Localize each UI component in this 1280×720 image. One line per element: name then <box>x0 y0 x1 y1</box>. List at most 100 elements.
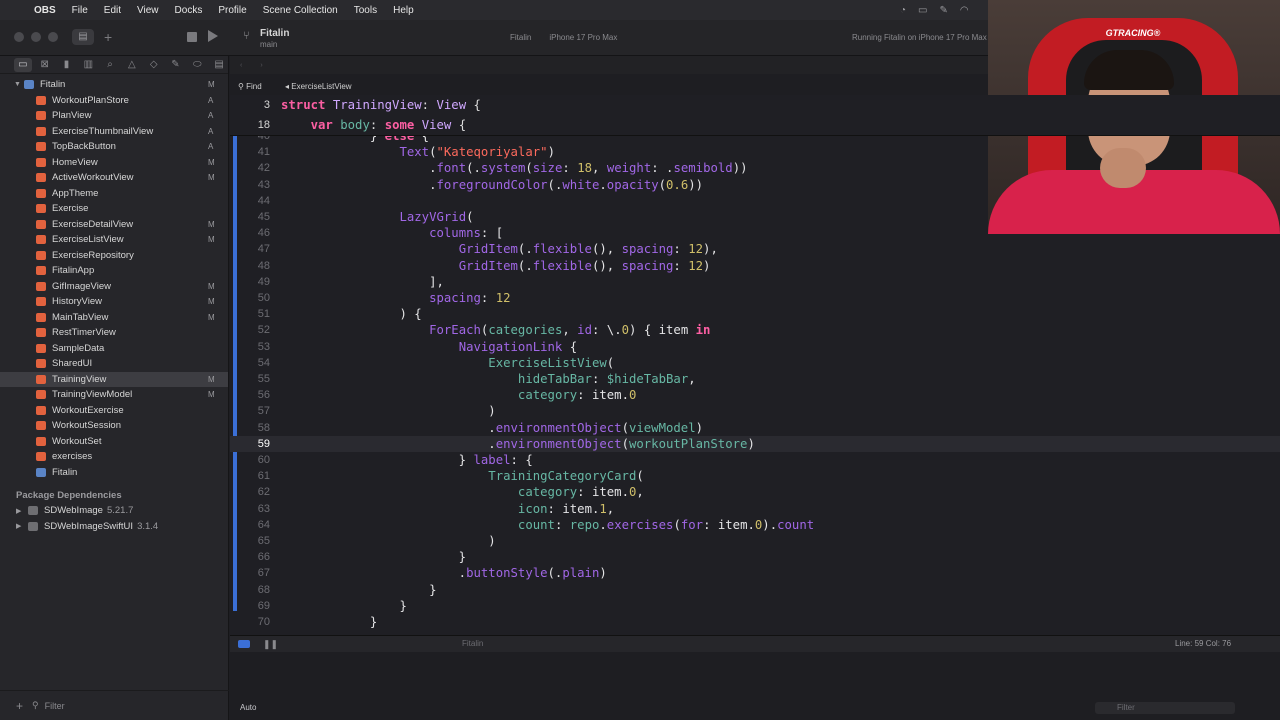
package-row-sdwebimage[interactable]: ▶ SDWebImage 5.21.7 <box>0 503 228 519</box>
code-line[interactable]: 55 hideTabBar: $hideTabBar, <box>230 371 1280 387</box>
sidebar-item[interactable]: GifImageView M <box>0 279 228 295</box>
sidebar-item[interactable]: Fitalin <box>0 465 228 481</box>
sidebar-item[interactable]: ExerciseRepository <box>0 248 228 264</box>
sidebar-item[interactable]: RestTimerView <box>0 325 228 341</box>
disclosure-right-icon[interactable]: ▶ <box>16 507 28 515</box>
folder-icon[interactable]: ▭ <box>14 57 32 72</box>
menu-profile[interactable]: Profile <box>210 5 254 16</box>
code-line[interactable]: 50 spacing: 12 <box>230 290 1280 306</box>
tray-pen-icon[interactable]: ✎ <box>940 5 948 16</box>
debug-area-toggle-icon[interactable] <box>238 640 250 648</box>
scheme-name[interactable]: Fitalin <box>510 33 531 42</box>
add-icon[interactable]: + <box>104 28 118 46</box>
code-line[interactable]: 54 ExerciseListView( <box>230 355 1280 371</box>
filter-field[interactable]: Filter <box>45 701 65 711</box>
debug-icon[interactable]: ✎ <box>167 58 185 72</box>
sidebar-item[interactable]: SharedUI <box>0 356 228 372</box>
search-icon[interactable]: ⌕ <box>101 58 119 72</box>
code-line[interactable]: 58 .environmentObject(viewModel) <box>230 420 1280 436</box>
code-line[interactable]: 57 ) <box>230 403 1280 419</box>
code-line[interactable]: 60 } label: { <box>230 452 1280 468</box>
sidebar-item[interactable]: WorkoutExercise <box>0 403 228 419</box>
menu-tools[interactable]: Tools <box>346 5 385 16</box>
code-line[interactable]: 56 category: item.0 <box>230 387 1280 403</box>
code-line[interactable]: 53 NavigationLink { <box>230 339 1280 355</box>
menu-docks[interactable]: Docks <box>167 5 211 16</box>
project-branch[interactable]: main <box>260 40 277 49</box>
scheme-selector[interactable]: Fitalin iPhone 17 Pro Max <box>510 33 617 42</box>
sidebar-item[interactable]: TrainingViewModel M <box>0 387 228 403</box>
sidebar-item[interactable]: HomeView M <box>0 155 228 171</box>
disclosure-down-icon[interactable]: ▼ <box>14 81 24 88</box>
test-icon[interactable]: ◇ <box>145 58 163 72</box>
package-row-sdwebimageswiftui[interactable]: ▶ SDWebImageSwiftUI 3.1.4 <box>0 519 228 535</box>
sidebar-toggle-icon[interactable]: ▤ <box>72 29 94 45</box>
code-line[interactable]: 62 category: item.0, <box>230 484 1280 500</box>
sidebar-item[interactable]: WorkoutSet <box>0 434 228 450</box>
sidebar-item[interactable]: ActiveWorkoutView M <box>0 170 228 186</box>
sidebar-item[interactable]: SampleData <box>0 341 228 357</box>
stop-button[interactable] <box>187 32 197 42</box>
debug-target[interactable]: Fitalin <box>462 639 483 648</box>
code-line[interactable]: 61 TrainingCategoryCard( <box>230 468 1280 484</box>
tree-root-fitalin[interactable]: ▼ Fitalin M <box>0 77 228 93</box>
add-file-icon[interactable]: + <box>16 699 32 713</box>
bookmark-icon[interactable]: ▮ <box>58 58 76 72</box>
sidebar-item[interactable]: FitalinApp <box>0 263 228 279</box>
navigator-filter[interactable]: + ⚲ Filter <box>0 690 229 720</box>
run-destination[interactable]: iPhone 17 Pro Max <box>549 33 617 42</box>
menu-edit[interactable]: Edit <box>96 5 129 16</box>
code-line[interactable]: 68 } <box>230 582 1280 598</box>
sidebar-item[interactable]: HistoryView M <box>0 294 228 310</box>
sidebar-item[interactable]: WorkoutPlanStore A <box>0 93 228 109</box>
breakpoint-icon[interactable]: ⬭ <box>188 58 206 72</box>
menu-file[interactable]: File <box>64 5 96 16</box>
disclosure-right-icon[interactable]: ▶ <box>16 522 28 530</box>
zoom-window-icon[interactable] <box>48 32 58 42</box>
console-mode-selector[interactable]: Auto <box>240 703 256 712</box>
minimize-window-icon[interactable] <box>31 32 41 42</box>
find-mode-label[interactable]: ⚲ Find <box>238 82 262 91</box>
symbol-icon[interactable]: ▥ <box>79 58 97 72</box>
source-control-icon[interactable]: ⊠ <box>36 58 54 72</box>
console-filter-field[interactable]: Filter <box>1095 702 1235 714</box>
find-scope[interactable]: ◂ ExerciseListView <box>285 82 352 91</box>
console-area[interactable]: Auto Filter <box>230 652 1280 720</box>
tray-sync-icon[interactable]: ◔ <box>900 5 906 16</box>
code-line[interactable]: 63 icon: item.1, <box>230 501 1280 517</box>
run-button[interactable] <box>208 30 218 42</box>
code-line[interactable]: 52 ForEach(categories, id: \.0) { item i… <box>230 322 1280 338</box>
jump-bar[interactable]: ‹ › <box>230 56 990 74</box>
warning-icon[interactable]: △ <box>123 58 141 72</box>
close-window-icon[interactable] <box>14 32 24 42</box>
pause-icon[interactable]: ❚❚ <box>263 639 278 650</box>
sidebar-item[interactable]: exercises <box>0 449 228 465</box>
sidebar-item[interactable]: ExerciseDetailView M <box>0 217 228 233</box>
sidebar-item[interactable]: TrainingView M <box>0 371 228 387</box>
jump-bar-back-icon[interactable]: ‹ <box>240 62 242 69</box>
sidebar-item[interactable]: TopBackButton A <box>0 139 228 155</box>
sidebar-item[interactable]: WorkoutSession <box>0 418 228 434</box>
sidebar-item[interactable]: Exercise <box>0 201 228 217</box>
jump-bar-forward-icon[interactable]: › <box>260 62 262 69</box>
code-line[interactable]: 70 } <box>230 614 1280 630</box>
tray-wifi-icon[interactable]: ◠ <box>960 5 969 16</box>
sidebar-item[interactable]: PlanView A <box>0 108 228 124</box>
sidebar-item[interactable]: MainTabView M <box>0 310 228 326</box>
code-line[interactable]: 59 .environmentObject(workoutPlanStore) <box>230 435 1280 452</box>
menu-scene-collection[interactable]: Scene Collection <box>255 5 346 16</box>
sidebar-item[interactable]: ExerciseThumbnailView A <box>0 124 228 140</box>
code-line[interactable]: 48 GridItem(.flexible(), spacing: 12) <box>230 258 1280 274</box>
tray-display-icon[interactable]: ▭ <box>918 5 927 16</box>
code-line[interactable]: 47 GridItem(.flexible(), spacing: 12), <box>230 241 1280 257</box>
code-line[interactable]: 67 .buttonStyle(.plain) <box>230 565 1280 581</box>
code-line[interactable]: 49 ], <box>230 274 1280 290</box>
menu-view[interactable]: View <box>129 5 167 16</box>
code-line[interactable]: 69 } <box>230 598 1280 614</box>
sidebar-item[interactable]: ExerciseListView M <box>0 232 228 248</box>
code-line[interactable]: 51 ) { <box>230 306 1280 322</box>
menu-help[interactable]: Help <box>385 5 422 16</box>
menu-app-name[interactable]: OBS <box>26 5 64 16</box>
code-line[interactable]: 65 ) <box>230 533 1280 549</box>
code-line[interactable]: 64 count: repo.exercises(for: item.0).co… <box>230 517 1280 533</box>
